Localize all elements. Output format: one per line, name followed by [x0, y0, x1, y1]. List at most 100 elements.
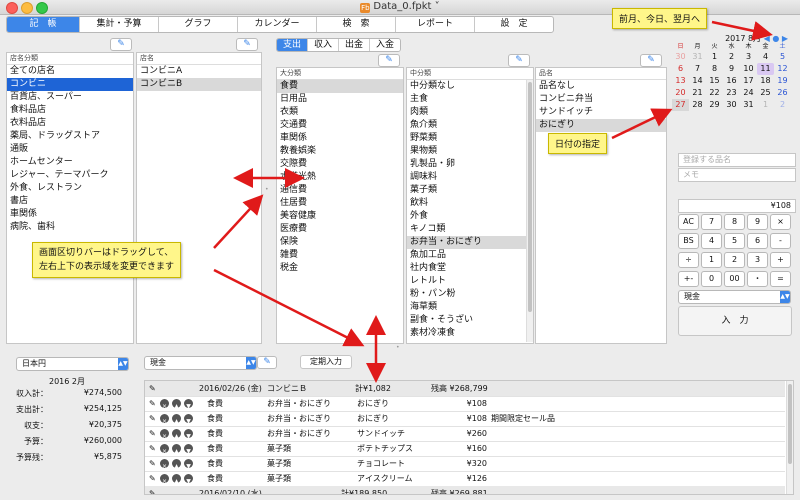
move-down-icon[interactable]: ▼ [184, 399, 193, 410]
pencil-icon[interactable]: ✎ [149, 426, 156, 441]
calendar-day[interactable]: 20 [672, 87, 689, 99]
calendar-day[interactable]: 31 [740, 99, 757, 111]
memo-input[interactable]: メモ [678, 168, 796, 182]
major-category-item[interactable]: 交通費 [277, 119, 403, 132]
move-down-icon[interactable]: ▼ [184, 414, 193, 425]
calc-key[interactable]: +- [678, 271, 699, 287]
middle-category-item[interactable]: 外食 [407, 210, 533, 223]
scroll-thumb[interactable] [788, 384, 792, 464]
calc-key[interactable]: 9 [747, 214, 768, 230]
store-category-item[interactable]: 食料品店 [7, 104, 133, 117]
major-category-item[interactable]: 美容健康 [277, 210, 403, 223]
move-down-icon[interactable]: ▼ [184, 474, 193, 485]
major-category-item[interactable]: 税金 [277, 262, 403, 275]
prev-month-icon[interactable]: ◀ [764, 34, 770, 43]
calendar-day[interactable]: 30 [723, 99, 740, 111]
calc-key[interactable]: + [770, 252, 791, 268]
calendar-day[interactable]: 13 [672, 75, 689, 87]
next-month-icon[interactable]: ▶ [782, 34, 788, 43]
calendar-day[interactable]: 26 [774, 87, 791, 99]
major-category-item[interactable]: 交際費 [277, 158, 403, 171]
delete-icon[interactable]: × [160, 444, 169, 455]
calendar-day[interactable]: 23 [723, 87, 740, 99]
move-up-icon[interactable]: ▲ [172, 414, 181, 425]
calendar-day[interactable]: 17 [740, 75, 757, 87]
ledger-row[interactable]: ✎ × ▲ ▼ 食費 お弁当・おにぎり おにぎり ¥108 [145, 396, 785, 412]
store-category-item[interactable]: 衣料品店 [7, 117, 133, 130]
move-down-icon[interactable]: ▼ [184, 444, 193, 455]
calc-key[interactable]: 1 [701, 252, 722, 268]
amount-display[interactable]: ¥108 [678, 199, 796, 213]
item-list-item[interactable]: サンドイッチ [536, 106, 666, 119]
calc-key[interactable]: 8 [724, 214, 745, 230]
delete-icon[interactable]: × [160, 459, 169, 470]
store-category-item[interactable]: 全ての店名 [7, 65, 133, 78]
calendar-day[interactable]: 18 [757, 75, 774, 87]
calc-key[interactable]: 4 [701, 233, 722, 249]
calendar-day[interactable]: 22 [706, 87, 723, 99]
vertical-splitter-handle[interactable]: • [265, 186, 271, 193]
tab-report[interactable]: レポート [396, 17, 475, 32]
calendar-day[interactable]: 4 [757, 51, 774, 63]
pencil-icon[interactable]: ✎ [149, 396, 156, 411]
pencil-icon[interactable]: ✎ [149, 441, 156, 456]
calendar-day[interactable]: 8 [706, 63, 723, 75]
calc-key[interactable]: AC [678, 214, 699, 230]
calendar-day[interactable]: 16 [723, 75, 740, 87]
segment-income[interactable]: 収入 [308, 39, 340, 51]
store-category-item[interactable]: レジャー、テーマパーク [7, 169, 133, 182]
move-up-icon[interactable]: ▲ [172, 459, 181, 470]
calc-key[interactable]: 00 [724, 271, 745, 287]
account-select[interactable]: 現金 ▲▼ [678, 290, 791, 304]
store-category-item[interactable]: 通販 [7, 143, 133, 156]
calendar-day[interactable]: 7 [689, 63, 706, 75]
calc-key[interactable]: BS [678, 233, 699, 249]
segment-expense[interactable]: 支出 [277, 39, 309, 51]
edit-store-name-button[interactable]: ✎ [236, 38, 258, 51]
day-total-row[interactable]: ✎ 2016/02/26 (金) コンビニＢ 計¥1,082 残高 ¥268,7… [145, 381, 785, 397]
move-up-icon[interactable]: ▲ [172, 399, 181, 410]
store-category-item[interactable]: ホームセンター [7, 156, 133, 169]
ledger-account-select[interactable]: 現金 ▲▼ [144, 356, 257, 370]
calendar-day[interactable]: 1 [757, 99, 774, 111]
calc-key[interactable]: × [770, 214, 791, 230]
delete-icon[interactable]: × [160, 429, 169, 440]
ledger-row[interactable]: ✎ × ▲ ▼ 食費 菓子類 チョコレート ¥320 [145, 456, 785, 472]
major-category-item[interactable]: 住居費 [277, 197, 403, 210]
major-category-item[interactable]: 日用品 [277, 93, 403, 106]
edit-store-category-button[interactable]: ✎ [110, 38, 132, 51]
pencil-icon[interactable]: ✎ [149, 456, 156, 471]
store-category-item[interactable]: 病院、歯科 [7, 221, 133, 234]
middle-category-item[interactable]: 乳製品・卵 [407, 158, 533, 171]
item-list-item[interactable]: 品名なし [536, 80, 666, 93]
major-category-item[interactable]: 教養娯楽 [277, 145, 403, 158]
segment-withdrawal[interactable]: 出金 [339, 39, 371, 51]
calc-key[interactable]: = [770, 271, 791, 287]
store-category-item[interactable]: 薬局、ドラッグストア [7, 130, 133, 143]
move-down-icon[interactable]: ▼ [184, 459, 193, 470]
move-down-icon[interactable]: ▼ [184, 429, 193, 440]
middle-category-item[interactable]: お弁当・おにぎり [407, 236, 533, 249]
tab-summary-budget[interactable]: 集計・予算 [80, 17, 159, 32]
ledger-scrollbar[interactable] [786, 381, 793, 494]
tab-search[interactable]: 検 索 [317, 17, 396, 32]
delete-icon[interactable]: × [160, 474, 169, 485]
middle-category-item[interactable]: レトルト [407, 275, 533, 288]
major-category-item[interactable]: 保険 [277, 236, 403, 249]
middle-category-item[interactable]: 菓子類 [407, 184, 533, 197]
major-category-item[interactable]: 水道光熱 [277, 171, 403, 184]
edit-account-button[interactable]: ✎ [257, 356, 277, 369]
calendar-day[interactable]: 27 [672, 99, 689, 111]
move-up-icon[interactable]: ▲ [172, 429, 181, 440]
major-category-item[interactable]: 通信費 [277, 184, 403, 197]
calendar-day[interactable]: 31 [689, 51, 706, 63]
pencil-icon[interactable]: ✎ [149, 411, 156, 426]
middle-category-item[interactable]: 粉・パン粉 [407, 288, 533, 301]
calc-key[interactable]: ÷ [678, 252, 699, 268]
middle-category-item[interactable]: 魚加工品 [407, 249, 533, 262]
item-list-item[interactable]: コンビニ弁当 [536, 93, 666, 106]
store-category-item[interactable]: 車関係 [7, 208, 133, 221]
calc-key[interactable]: 5 [724, 233, 745, 249]
middle-category-item[interactable]: 社内食堂 [407, 262, 533, 275]
edit-item-button[interactable]: ✎ [640, 54, 662, 67]
